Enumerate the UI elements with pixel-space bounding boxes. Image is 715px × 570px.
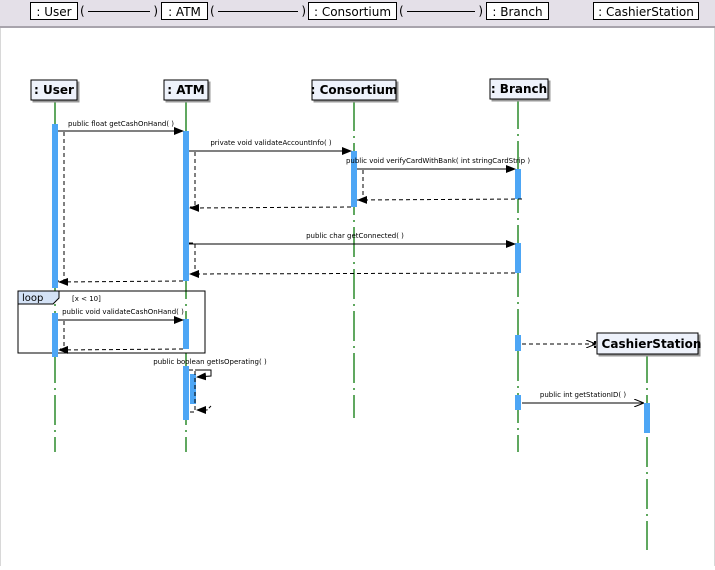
lifeline-head-consortium-label: : Consortium <box>311 83 398 97</box>
message-getIsOperating-self[interactable]: public boolean getIsOperating( ) <box>153 358 267 414</box>
header-connector: ( ) <box>80 2 158 20</box>
return-branch-to-consortium[interactable] <box>357 195 523 204</box>
lifeline-head-cashierstation[interactable]: : CashierStation <box>593 332 702 355</box>
message-label: public int getStationID( ) <box>540 391 626 399</box>
connector-right-glyph: ) <box>153 4 158 18</box>
activation-atm <box>183 319 189 349</box>
activation-atm <box>183 131 189 281</box>
connector-right-glyph: ) <box>478 4 483 18</box>
header-lifeline-consortium[interactable]: : Consortium <box>308 2 397 20</box>
activation-branch <box>515 395 521 410</box>
header-lifeline-atm[interactable]: : ATM <box>161 2 208 20</box>
activation-branch <box>515 243 521 273</box>
header-connector: ( ) <box>399 2 483 20</box>
lifeline-head-atm[interactable]: : ATM <box>163 79 209 101</box>
activation-cashierstation <box>644 403 650 433</box>
lifeline-header-bar: : User ( ) : ATM ( ) : Consortium ( ) : … <box>0 0 715 28</box>
loop-guard: [x < 10] <box>72 295 101 303</box>
activation-branch <box>515 169 521 199</box>
activation-branch <box>515 335 521 351</box>
lifeline-head-cashierstation-label: : CashierStation <box>593 337 702 351</box>
message-label: private void validateAccountInfo( ) <box>210 139 332 147</box>
lifeline-head-user[interactable]: : User <box>30 79 78 101</box>
execution-outline <box>189 242 196 274</box>
return-atm-to-user-loop[interactable] <box>58 345 184 354</box>
loop-fragment[interactable]: loop [x < 10] <box>17 290 206 354</box>
message-getCashOnHand[interactable]: public float getCashOnHand( ) <box>58 120 184 135</box>
activation-user <box>52 124 58 288</box>
return-consortium-to-atm[interactable] <box>189 203 352 212</box>
activation-atm <box>183 366 189 420</box>
connector-left-glyph: ( <box>80 4 85 18</box>
execution-outline <box>189 150 196 208</box>
lifeline-head-branch[interactable]: : Branch <box>489 78 549 100</box>
message-label: public char getConnected( ) <box>306 232 404 240</box>
connector-line <box>88 11 150 12</box>
lifeline-head-branch-label: : Branch <box>491 82 547 96</box>
return-branch-to-atm[interactable] <box>189 269 516 278</box>
header-lifeline-branch[interactable]: : Branch <box>486 2 549 20</box>
connector-right-glyph: ) <box>301 4 306 18</box>
sequence-diagram: : User : ATM : Consortium : Branch : Cas… <box>17 78 702 550</box>
message-label: public void validateCashOnHand( ) <box>62 308 184 316</box>
return-atm-to-user[interactable] <box>58 277 184 286</box>
diagram-canvas[interactable]: : User : ATM : Consortium : Branch : Cas… <box>0 28 715 566</box>
activation-user <box>52 313 58 357</box>
execution-outline <box>357 168 364 201</box>
message-getConnected[interactable]: public char getConnected( ) <box>189 232 516 248</box>
connector-line <box>407 11 475 12</box>
message-label: public boolean getIsOperating( ) <box>153 358 267 366</box>
message-label: public float getCashOnHand( ) <box>68 120 174 128</box>
connector-left-glyph: ( <box>210 4 215 18</box>
connector-line <box>218 11 298 12</box>
header-lifeline-user[interactable]: : User <box>30 2 78 20</box>
header-connector: ( ) <box>210 2 306 20</box>
lifeline-head-consortium[interactable]: : Consortium <box>311 79 398 101</box>
lifeline-head-atm-label: : ATM <box>167 83 204 97</box>
message-label: public void verifyCardWithBank( int stri… <box>346 157 530 165</box>
message-getStationID[interactable]: public int getStationID( ) <box>522 391 643 403</box>
loop-operator-label: loop <box>22 293 43 304</box>
execution-outline <box>58 130 65 282</box>
message-verifyCardWithBank[interactable]: public void verifyCardWithBank( int stri… <box>346 157 530 173</box>
connector-left-glyph: ( <box>399 4 404 18</box>
message-validateCashOnHand[interactable]: public void validateCashOnHand( ) <box>58 308 184 324</box>
lifeline-head-user-label: : User <box>34 83 74 97</box>
message-validateAccountInfo[interactable]: private void validateAccountInfo( ) <box>189 139 352 155</box>
header-lifeline-cashierstation[interactable]: : CashierStation <box>593 2 699 20</box>
execution-outline <box>58 319 65 350</box>
